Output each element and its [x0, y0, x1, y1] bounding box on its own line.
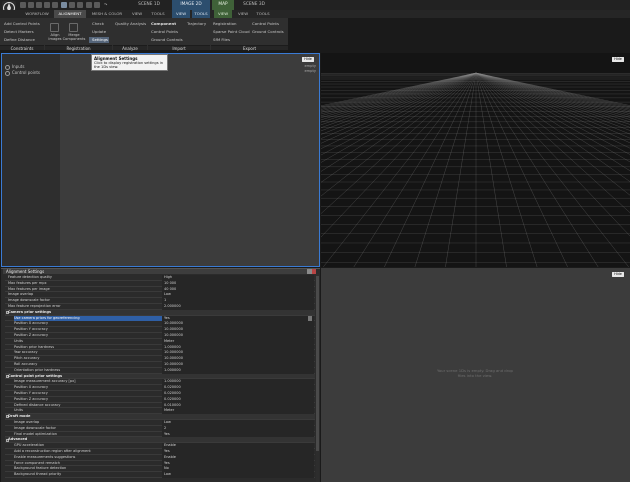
- menu-tools-3[interactable]: TOOLS: [254, 10, 272, 18]
- export-registration-button[interactable]: Registration: [213, 21, 236, 26]
- tab-image-2d[interactable]: IMAGE 2D: [172, 0, 210, 10]
- tab-scene-3d[interactable]: SCENE 3D: [236, 0, 272, 10]
- tab-scene-1d[interactable]: SCENE 1D: [130, 0, 168, 10]
- tree-item-control-points[interactable]: Control points: [5, 70, 40, 76]
- ribbon-group-import: Import: [148, 45, 210, 51]
- hide-button-bottom-right[interactable]: Hide: [612, 272, 624, 277]
- menu-view-4[interactable]: VIEW: [235, 10, 251, 18]
- merge-components-icon[interactable]: [69, 23, 78, 32]
- menu-alignment[interactable]: ALIGNMENT: [54, 10, 86, 18]
- merge-components-button[interactable]: Merge Components: [62, 33, 86, 41]
- menu-mesh-color[interactable]: MESH & COLOR: [88, 10, 126, 18]
- detect-markers-button[interactable]: Detect Markers: [4, 29, 34, 34]
- menu-view-2[interactable]: VIEW: [172, 10, 190, 18]
- add-control-points-button[interactable]: Add Control Points: [4, 21, 40, 26]
- empty-scene-message: Your scene 1Ds is empty. Drag and drop f…: [437, 368, 513, 378]
- align-images-button[interactable]: Align Images: [48, 33, 62, 41]
- settings-row[interactable]: Background thread priority Low: [5, 472, 315, 478]
- import-control-points-button[interactable]: Control Points: [151, 29, 178, 34]
- view-pane-3d[interactable]: [321, 53, 630, 267]
- ribbon-group-registration: Registration: [45, 45, 112, 51]
- menu-workflow[interactable]: WORKFLOW: [22, 10, 52, 18]
- settings-button[interactable]: Settings: [92, 37, 108, 42]
- measure-icon[interactable]: [61, 2, 67, 8]
- export-control-points-button[interactable]: Control Points: [252, 21, 279, 26]
- tab-map[interactable]: MAP: [212, 0, 234, 10]
- import-trajectory-button[interactable]: Trajectory: [187, 21, 206, 26]
- hide-button-top-right[interactable]: Hide: [612, 57, 624, 62]
- menu-tools-2[interactable]: TOOLS: [192, 10, 210, 18]
- menu-tools-1[interactable]: TOOLS: [148, 10, 168, 18]
- layout-alt-icon[interactable]: [52, 2, 58, 8]
- setting-value[interactable]: Low: [162, 472, 314, 478]
- undo-icon[interactable]: [94, 2, 100, 8]
- save-as-icon[interactable]: [36, 2, 42, 8]
- ground-grid: [321, 72, 630, 267]
- scrollbar-thumb[interactable]: [316, 276, 319, 451]
- align-images-icon[interactable]: [50, 23, 59, 32]
- project-tree: [2, 54, 60, 266]
- tree-item-inputs[interactable]: Inputs: [5, 64, 24, 70]
- quality-analysis-button[interactable]: Quality Analysis: [115, 21, 146, 26]
- import-component-button[interactable]: Component: [151, 21, 176, 26]
- menu-view-3[interactable]: VIEW: [214, 10, 232, 18]
- import-ground-controls-button[interactable]: Ground Controls: [151, 37, 183, 42]
- tooltip: Alignment Settings Click to display regi…: [91, 54, 168, 71]
- export-sparse-point-cloud-button[interactable]: Sparse Point Cloud: [213, 29, 250, 34]
- layout-icon[interactable]: [44, 2, 50, 8]
- ribbon-group-export: Export: [211, 45, 288, 51]
- export-ground-controls-button[interactable]: Ground Controls: [252, 29, 284, 34]
- empty-label-2: empty: [304, 69, 316, 73]
- grid-icon[interactable]: [86, 2, 92, 8]
- dropdown-arrow-icon[interactable]: [308, 316, 312, 321]
- setting-name: Background thread priority: [14, 472, 62, 477]
- tooltip-body: Click to display registration settings i…: [94, 61, 163, 70]
- camera-icon[interactable]: [77, 2, 83, 8]
- open-icon[interactable]: [20, 2, 26, 8]
- redo-icon[interactable]: ↷: [104, 2, 107, 8]
- update-button[interactable]: Update: [92, 29, 106, 34]
- menu-view-1[interactable]: VIEW: [128, 10, 146, 18]
- hide-button-top-left[interactable]: Hide: [302, 57, 314, 62]
- mapping-icon[interactable]: [69, 2, 75, 8]
- ribbon-group-analyze: Analyze: [113, 45, 147, 51]
- export-sfm-files-button[interactable]: SfM Files: [213, 37, 230, 42]
- define-distance-button[interactable]: Define Distance: [4, 37, 35, 42]
- save-icon[interactable]: [28, 2, 34, 8]
- check-button[interactable]: Check: [92, 21, 104, 26]
- settings-title: Alignment Settings: [3, 269, 316, 274]
- ribbon-group-constraints: Constraints: [0, 45, 44, 51]
